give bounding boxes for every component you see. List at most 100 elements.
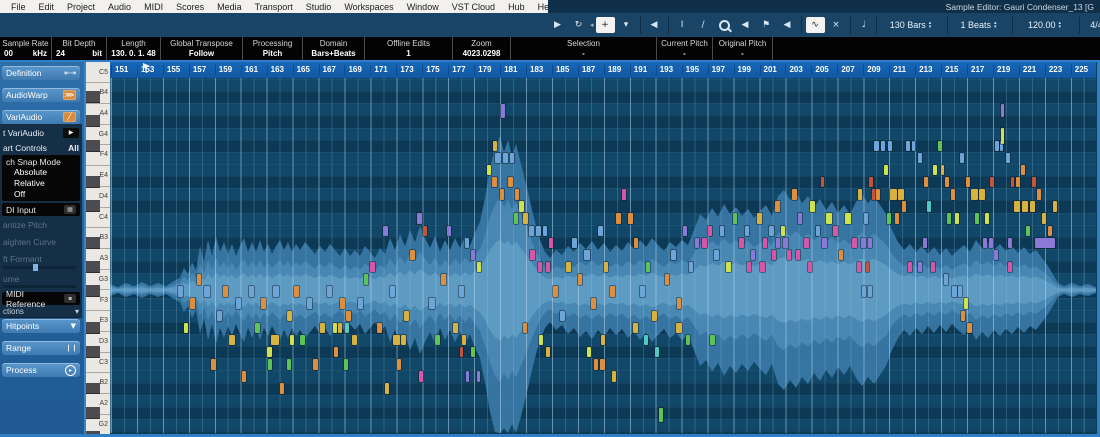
ruler[interactable]: 1511531551571591611631651671691711731751… xyxy=(110,62,1096,79)
variaudio-note[interactable] xyxy=(271,335,279,346)
variaudio-note[interactable] xyxy=(487,165,491,176)
variaudio-note[interactable] xyxy=(223,286,228,297)
variaudio-note[interactable] xyxy=(404,311,409,322)
ruler-bar-187[interactable]: 187 xyxy=(578,65,595,75)
variaudio-note[interactable] xyxy=(751,250,755,261)
variaudio-note[interactable] xyxy=(515,189,519,200)
menu-item-media[interactable]: Media xyxy=(211,2,248,12)
info-value[interactable]: 24bit xyxy=(52,49,106,59)
variaudio-note[interactable] xyxy=(510,153,514,164)
ruler-bar-183[interactable]: 183 xyxy=(526,65,543,75)
variaudio-note[interactable] xyxy=(1011,177,1014,188)
variaudio-note[interactable] xyxy=(495,153,501,164)
variaudio-note[interactable] xyxy=(890,189,897,200)
ruler-bar-219[interactable]: 219 xyxy=(993,65,1010,75)
variaudio-note[interactable] xyxy=(1032,177,1036,188)
piano-black-key[interactable] xyxy=(86,261,100,273)
menu-item-scores[interactable]: Scores xyxy=(170,2,210,12)
variaudio-note[interactable] xyxy=(383,226,388,237)
variaudio-note[interactable] xyxy=(508,177,513,188)
variaudio-note[interactable] xyxy=(941,165,944,176)
variaudio-note[interactable] xyxy=(236,298,241,309)
variaudio-note[interactable] xyxy=(862,286,866,297)
variaudio-note[interactable] xyxy=(763,238,767,249)
variaudio-note[interactable] xyxy=(423,226,427,237)
pitch-snap-option-absolute[interactable]: Absolute xyxy=(6,167,76,178)
variaudio-note[interactable] xyxy=(344,359,348,370)
ruler-bar-205[interactable]: 205 xyxy=(811,65,828,75)
variaudio-note[interactable] xyxy=(1001,104,1004,117)
variaudio-note[interactable] xyxy=(1022,201,1028,212)
variaudio-note[interactable] xyxy=(677,298,681,309)
cycle-button[interactable]: ↻ xyxy=(569,17,588,33)
variaudio-note[interactable] xyxy=(994,250,998,261)
variaudio-note[interactable] xyxy=(990,177,994,188)
variaudio-note[interactable] xyxy=(708,226,712,237)
variaudio-note[interactable] xyxy=(333,323,337,334)
variaudio-note[interactable] xyxy=(781,226,785,237)
variaudio-note[interactable] xyxy=(902,201,906,212)
sidebar-section-hitpoints[interactable]: Hitpoints ▼ xyxy=(2,319,80,333)
variaudio-note[interactable] xyxy=(190,298,195,309)
length-field[interactable]: 130 Bars▴▾ xyxy=(876,17,945,34)
variaudio-note[interactable] xyxy=(549,238,553,249)
variaudio-note[interactable] xyxy=(887,213,891,224)
variaudio-note[interactable] xyxy=(594,359,598,370)
variaudio-note[interactable] xyxy=(640,286,645,297)
variaudio-note[interactable] xyxy=(931,262,935,273)
variaudio-note[interactable] xyxy=(783,238,788,249)
ruler-bar-165[interactable]: 165 xyxy=(293,65,310,75)
variaudio-note[interactable] xyxy=(966,177,970,188)
tool-collapse-icon[interactable]: ◂ xyxy=(590,21,594,29)
ruler-bar-197[interactable]: 197 xyxy=(708,65,725,75)
audition-button[interactable]: ◀ xyxy=(645,17,664,33)
variaudio-note[interactable] xyxy=(671,250,676,261)
variaudio-note[interactable] xyxy=(888,141,892,152)
ruler-bar-175[interactable]: 175 xyxy=(422,65,439,75)
variaudio-note[interactable] xyxy=(462,335,466,346)
ruler-bar-225[interactable]: 225 xyxy=(1071,65,1088,75)
variaudio-note[interactable] xyxy=(858,189,862,200)
variaudio-note[interactable] xyxy=(659,408,663,422)
variaudio-note[interactable] xyxy=(514,213,518,224)
variaudio-note[interactable] xyxy=(1048,226,1052,237)
variaudio-note[interactable] xyxy=(370,262,375,273)
variaudio-note[interactable] xyxy=(587,347,591,358)
variaudio-note[interactable] xyxy=(938,141,942,152)
sidebar-section-audiowarp[interactable]: AudioWarp ⋙ xyxy=(2,88,80,102)
variaudio-note[interactable] xyxy=(839,250,843,261)
variaudio-note[interactable] xyxy=(543,226,547,237)
variaudio-note[interactable] xyxy=(1008,238,1012,249)
variaudio-note[interactable] xyxy=(808,262,812,273)
quantize-snap-button[interactable]: × xyxy=(827,17,846,33)
variaudio-note[interactable] xyxy=(523,213,528,224)
piano-black-key[interactable] xyxy=(86,115,100,127)
play-marker-tool[interactable]: ⚑ xyxy=(757,17,776,33)
variaudio-note[interactable] xyxy=(546,262,550,273)
variaudio-note[interactable] xyxy=(792,189,797,200)
variaudio-note[interactable] xyxy=(435,335,440,346)
variaudio-note[interactable] xyxy=(769,226,774,237)
variaudio-note[interactable] xyxy=(591,298,596,309)
ruler-bar-171[interactable]: 171 xyxy=(370,65,387,75)
ruler-bar-207[interactable]: 207 xyxy=(837,65,854,75)
shift-formant-control[interactable]: ft Formant xyxy=(3,254,79,264)
variaudio-note[interactable] xyxy=(338,323,342,334)
variaudio-note[interactable] xyxy=(951,189,955,200)
variaudio-note[interactable] xyxy=(644,335,648,346)
variaudio-note[interactable] xyxy=(346,311,351,322)
variaudio-note[interactable] xyxy=(958,286,962,297)
variaudio-note[interactable] xyxy=(816,226,820,237)
variaudio-note[interactable] xyxy=(566,262,571,273)
variaudio-note[interactable] xyxy=(995,141,999,152)
info-value[interactable]: Pitch xyxy=(243,49,302,59)
variaudio-note[interactable] xyxy=(397,359,401,370)
smart-controls-row[interactable]: art Controls All xyxy=(3,141,79,154)
object-selection-tool[interactable]: + xyxy=(596,17,615,33)
draw-tool[interactable]: ∕ xyxy=(694,17,713,33)
variaudio-note[interactable] xyxy=(798,213,802,224)
variaudio-note[interactable] xyxy=(217,311,222,322)
variaudio-note[interactable] xyxy=(906,141,910,152)
variaudio-note[interactable] xyxy=(255,323,260,334)
variaudio-note[interactable] xyxy=(927,201,931,212)
